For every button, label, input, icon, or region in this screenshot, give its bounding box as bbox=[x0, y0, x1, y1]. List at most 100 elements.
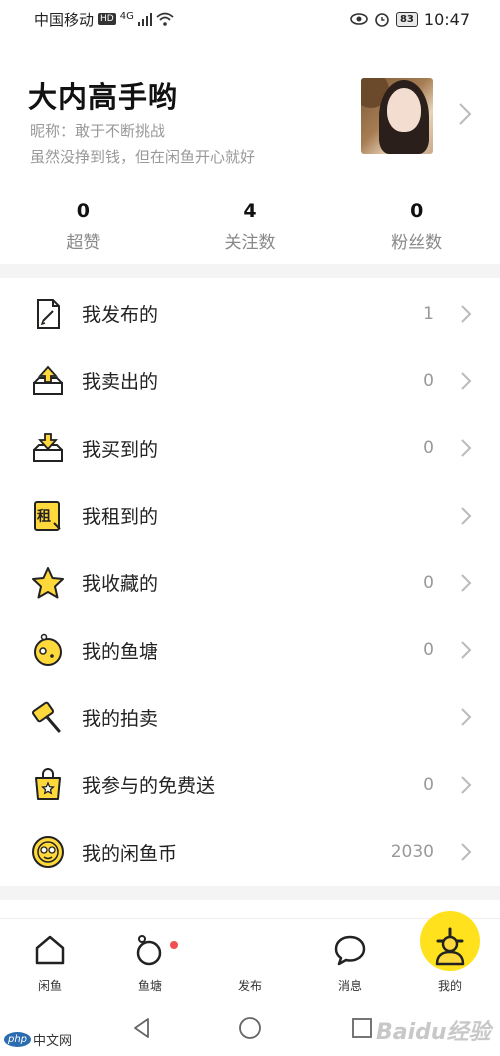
menu-label: 我的闲鱼币 bbox=[82, 842, 178, 865]
status-left: 中国移动 HD 4G bbox=[34, 9, 174, 30]
menu-label: 我卖出的 bbox=[82, 371, 159, 394]
php-logo: php bbox=[4, 1032, 32, 1047]
stat-label: 粉丝数 bbox=[391, 233, 443, 253]
rent-icon-text: 租 bbox=[37, 508, 51, 525]
avatar[interactable] bbox=[361, 78, 433, 154]
menu-count: 0 bbox=[423, 370, 434, 391]
stat-following[interactable]: 4 关注数 bbox=[167, 200, 334, 260]
php-watermark: php 中文网 bbox=[4, 1030, 72, 1049]
star-icon bbox=[30, 565, 66, 601]
baidu-watermark: Baidu经验 bbox=[376, 1020, 491, 1045]
profile-icon bbox=[435, 935, 465, 966]
menu-label: 我收藏的 bbox=[82, 573, 159, 596]
box-upload-icon bbox=[30, 363, 66, 399]
menu-item-partial bbox=[0, 900, 500, 920]
clock: 10:47 bbox=[423, 9, 470, 29]
coin-icon bbox=[30, 834, 66, 870]
tab-publish[interactable]: 发布 bbox=[200, 911, 480, 1001]
recents-icon[interactable] bbox=[350, 1016, 374, 1040]
menu-label: 我的鱼塘 bbox=[82, 640, 159, 663]
section-divider bbox=[0, 264, 500, 278]
tab-label: 发布 bbox=[237, 979, 262, 993]
chevron-right-icon bbox=[461, 776, 472, 794]
home-nav-icon[interactable] bbox=[238, 1016, 262, 1040]
menu-count: 0 bbox=[423, 438, 434, 459]
tab-label: 鱼塘 bbox=[137, 979, 162, 993]
menu-item-free-gift[interactable]: 我参与的免费送 0 bbox=[0, 751, 500, 818]
avatar-face bbox=[387, 88, 421, 132]
menu-item-sold[interactable]: 我卖出的 0 bbox=[0, 347, 500, 414]
hd-badge: HD bbox=[98, 13, 116, 25]
signal-icon bbox=[137, 13, 152, 26]
menu-label: 我发布的 bbox=[82, 304, 159, 327]
stat-label: 关注数 bbox=[224, 233, 276, 253]
rent-icon: 租 bbox=[30, 498, 66, 534]
menu-count: 0 bbox=[423, 640, 434, 661]
fishpond-icon bbox=[30, 632, 66, 668]
chevron-right-icon bbox=[461, 372, 472, 390]
fishpond-tab-icon bbox=[136, 935, 162, 966]
stat-followers[interactable]: 0 粉丝数 bbox=[333, 200, 500, 260]
eye-icon bbox=[350, 13, 368, 25]
stat-likes[interactable]: 0 超赞 bbox=[0, 200, 167, 260]
carrier-name: 中国移动 bbox=[34, 10, 95, 29]
menu-item-fishpond[interactable]: 我的鱼塘 0 bbox=[0, 616, 500, 683]
box-download-icon bbox=[30, 430, 66, 466]
home-icon bbox=[35, 935, 65, 965]
tab-label: 消息 bbox=[337, 979, 362, 993]
alarm-icon bbox=[375, 13, 389, 27]
menu-item-auction[interactable]: 我的拍卖 bbox=[0, 684, 500, 751]
battery-icon: 83 bbox=[395, 11, 418, 27]
document-edit-icon bbox=[30, 296, 66, 332]
back-icon[interactable] bbox=[130, 1016, 154, 1040]
menu-count: 2030 bbox=[390, 842, 434, 863]
status-bar: 中国移动 HD 4G 83 10:47 bbox=[0, 0, 500, 38]
nickname: 昵称：敢于不断挑战 bbox=[30, 122, 166, 140]
chevron-right-icon bbox=[459, 103, 472, 125]
menu-item-bought[interactable]: 我买到的 0 bbox=[0, 415, 500, 482]
free-gift-bag-icon bbox=[30, 767, 66, 803]
bottom-tab-bar: 闲鱼 鱼塘 发布 消息 我的 bbox=[0, 911, 500, 1001]
stat-value: 4 bbox=[243, 200, 257, 222]
bio: 虽然没挣到钱，但在闲鱼开心就好 bbox=[30, 148, 256, 166]
chevron-right-icon bbox=[461, 304, 472, 323]
menu-item-favorites[interactable]: 我收藏的 0 bbox=[0, 549, 500, 616]
menu-count: 1 bbox=[423, 303, 434, 324]
profile-header[interactable]: 大内高手哟 昵称：敢于不断挑战 虽然没挣到钱，但在闲鱼开心就好 bbox=[0, 60, 500, 180]
tab-fishpond[interactable]: 鱼塘 bbox=[100, 919, 200, 1001]
chevron-right-icon bbox=[461, 574, 472, 592]
status-right: 83 10:47 bbox=[350, 10, 470, 29]
watermark-text: 中文网 bbox=[33, 1034, 73, 1049]
section-divider bbox=[0, 886, 500, 900]
auction-hammer-icon bbox=[30, 699, 66, 735]
menu-label: 我租到的 bbox=[82, 506, 159, 529]
wifi-icon bbox=[156, 12, 174, 26]
menu-label: 我买到的 bbox=[82, 438, 159, 461]
chevron-right-icon bbox=[461, 708, 472, 727]
tab-home[interactable]: 闲鱼 bbox=[0, 919, 100, 1001]
tab-messages[interactable]: 消息 bbox=[300, 919, 400, 1001]
menu-list: 我发布的 1 我卖出的 0 我买到的 0 租 我租到的 我收藏的 0 我的鱼塘 … bbox=[0, 280, 500, 886]
menu-label: 我的拍卖 bbox=[82, 707, 159, 730]
chevron-right-icon bbox=[461, 641, 472, 659]
stats-row: 0 超赞 4 关注数 0 粉丝数 bbox=[0, 200, 500, 260]
chevron-right-icon bbox=[461, 843, 472, 861]
tab-label: 闲鱼 bbox=[37, 979, 62, 993]
message-icon bbox=[334, 935, 366, 966]
username: 大内高手哟 bbox=[28, 80, 179, 114]
menu-count: 0 bbox=[423, 774, 434, 795]
stat-value: 0 bbox=[410, 200, 424, 222]
chevron-right-icon bbox=[461, 506, 472, 525]
menu-item-published[interactable]: 我发布的 1 bbox=[0, 280, 500, 347]
menu-item-coins[interactable]: 我的闲鱼币 2030 bbox=[0, 818, 500, 885]
stat-value: 0 bbox=[76, 200, 90, 222]
menu-label: 我参与的免费送 bbox=[82, 775, 216, 798]
chevron-right-icon bbox=[461, 439, 472, 457]
network-type: 4G bbox=[119, 10, 134, 22]
tab-label: 我的 bbox=[437, 979, 462, 993]
menu-count: 0 bbox=[423, 572, 434, 593]
stat-label: 超赞 bbox=[66, 233, 101, 253]
menu-item-rented[interactable]: 租 我租到的 bbox=[0, 482, 500, 549]
notification-dot bbox=[170, 941, 178, 949]
tab-mine[interactable]: 我的 bbox=[400, 919, 500, 1001]
